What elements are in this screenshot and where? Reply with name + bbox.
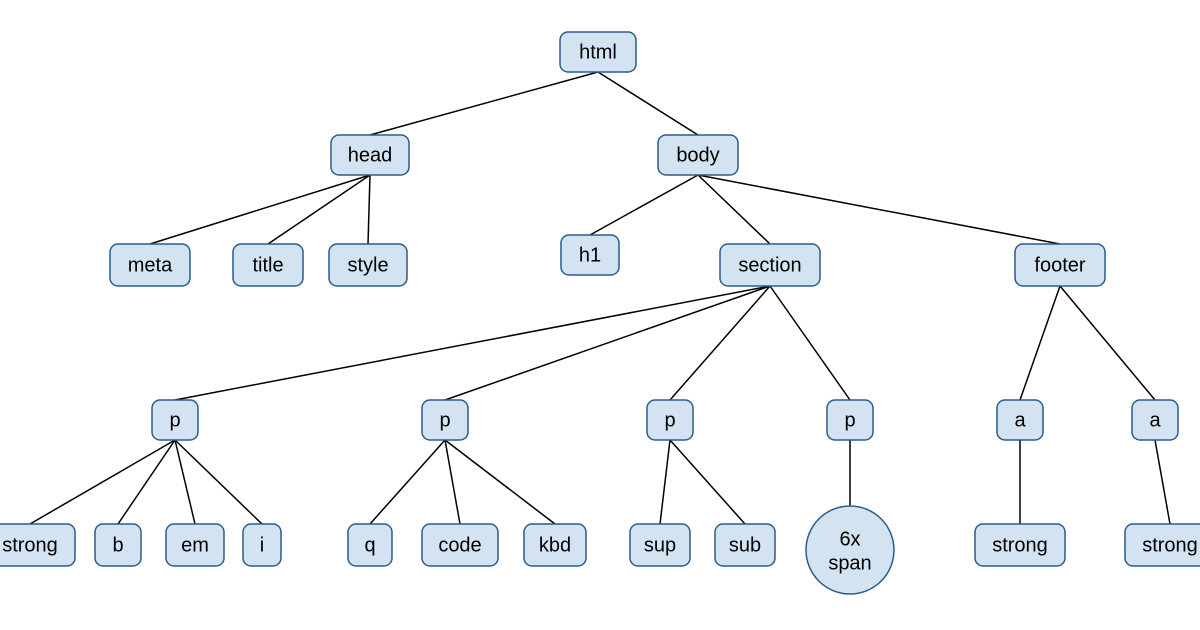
node-p2: p xyxy=(422,400,468,440)
node-a2: a xyxy=(1132,400,1178,440)
node-label-meta: meta xyxy=(128,254,173,276)
node-label-section: section xyxy=(738,254,801,276)
edge-html-body xyxy=(598,72,698,135)
edge-p2-code xyxy=(445,440,460,524)
node-label-sup: sup xyxy=(644,534,676,556)
node-sup: sup xyxy=(630,524,690,566)
node-label-strong2: strong xyxy=(992,534,1048,556)
node-label-head: head xyxy=(348,144,393,166)
node-title: title xyxy=(233,244,303,286)
node-strong3: strong xyxy=(1125,524,1200,566)
edge-html-head xyxy=(370,72,598,135)
node-label-span6-line2: span xyxy=(828,552,871,574)
node-label-p1: p xyxy=(169,409,180,431)
node-label-strong3: strong xyxy=(1142,534,1198,556)
node-h1: h1 xyxy=(561,235,619,275)
node-label-span6-line1: 6x xyxy=(839,528,860,550)
edge-section-p2 xyxy=(445,286,770,400)
node-a1: a xyxy=(997,400,1043,440)
edge-p1-b xyxy=(118,440,175,524)
edge-body-footer xyxy=(698,175,1060,244)
node-head: head xyxy=(331,135,409,175)
node-label-style: style xyxy=(347,254,388,276)
node-label-code: code xyxy=(438,534,481,556)
node-label-b: b xyxy=(112,534,123,556)
node-i: i xyxy=(243,524,281,566)
node-p1: p xyxy=(152,400,198,440)
node-sub: sub xyxy=(715,524,775,566)
edge-head-style xyxy=(368,175,370,244)
node-code: code xyxy=(422,524,498,566)
node-footer: footer xyxy=(1015,244,1105,286)
node-meta: meta xyxy=(110,244,190,286)
edge-footer-a1 xyxy=(1020,286,1060,400)
edge-section-p1 xyxy=(175,286,770,400)
node-label-p3: p xyxy=(664,409,675,431)
node-strong1: strong xyxy=(0,524,75,566)
node-kbd: kbd xyxy=(524,524,586,566)
node-label-body: body xyxy=(676,144,719,166)
node-label-em: em xyxy=(181,534,209,556)
node-label-a1: a xyxy=(1014,409,1026,431)
edge-p2-q xyxy=(370,440,445,524)
edge-body-section xyxy=(698,175,770,244)
node-label-h1: h1 xyxy=(579,244,601,266)
edge-p3-sup xyxy=(660,440,670,524)
edge-p3-sub xyxy=(670,440,745,524)
node-b: b xyxy=(95,524,141,566)
node-label-title: title xyxy=(252,254,283,276)
edge-head-title xyxy=(268,175,370,244)
node-style: style xyxy=(329,244,407,286)
node-label-html: html xyxy=(579,41,617,63)
node-label-kbd: kbd xyxy=(539,534,571,556)
edge-footer-a2 xyxy=(1060,286,1155,400)
node-label-sub: sub xyxy=(729,534,761,556)
node-em: em xyxy=(166,524,224,566)
node-label-footer: footer xyxy=(1034,254,1085,276)
node-p4: p xyxy=(827,400,873,440)
node-strong2: strong xyxy=(975,524,1065,566)
edge-section-p4 xyxy=(770,286,850,400)
edge-body-h1 xyxy=(590,175,698,235)
node-label-i: i xyxy=(260,534,264,556)
node-section: section xyxy=(720,244,820,286)
node-p3: p xyxy=(647,400,693,440)
node-span6: 6xspan xyxy=(806,506,894,594)
edge-p2-kbd xyxy=(445,440,555,524)
edge-a2-strong3 xyxy=(1155,440,1170,524)
edge-head-meta xyxy=(150,175,370,244)
node-label-strong1: strong xyxy=(2,534,58,556)
node-label-a2: a xyxy=(1149,409,1161,431)
dom-tree-diagram: html head body meta title style h1 section foote… xyxy=(0,0,1200,630)
node-label-q: q xyxy=(364,534,375,556)
node-q: q xyxy=(348,524,392,566)
node-label-p2: p xyxy=(439,409,450,431)
node-label-p4: p xyxy=(844,409,855,431)
edge-p1-em xyxy=(175,440,195,524)
edge-p1-strong1 xyxy=(30,440,175,524)
edge-p1-i xyxy=(175,440,262,524)
node-body: body xyxy=(658,135,738,175)
node-html: html xyxy=(560,32,636,72)
